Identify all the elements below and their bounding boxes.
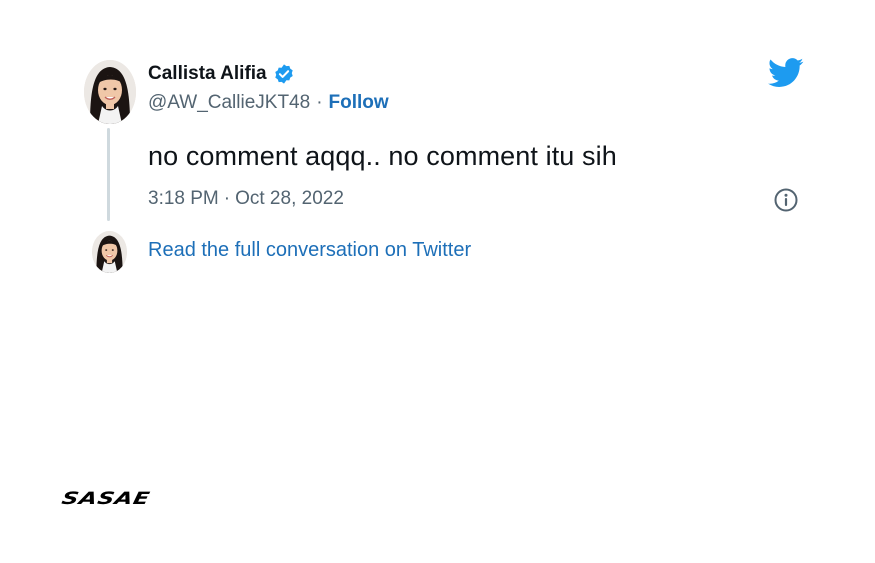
verified-badge-icon <box>273 63 295 85</box>
author-handle[interactable]: @AW_CallieJKT48 <box>148 92 310 113</box>
separator-dot: · <box>316 92 323 113</box>
tweet-time[interactable]: 3:18 PM <box>148 188 219 209</box>
tweet-embed: Callista Alifia @AW_CallieJKT48 · Follow n… <box>0 0 875 563</box>
tweet-date[interactable]: Oct 28, 2022 <box>235 188 344 209</box>
reply-avatar[interactable] <box>92 231 127 273</box>
author-handle-row: @AW_CallieJKT48 · Follow <box>148 92 389 114</box>
avatar-photo <box>84 60 136 124</box>
separator-dot: · <box>223 188 231 209</box>
thread-line <box>107 128 110 221</box>
brand-logo: SASAE <box>59 489 152 509</box>
tweet-timestamp[interactable]: 3:18 PM · Oct 28, 2022 <box>148 188 344 210</box>
read-full-conversation-link[interactable]: Read the full conversation on Twitter <box>148 239 471 262</box>
follow-button[interactable]: Follow <box>329 92 389 113</box>
author-name-row[interactable]: Callista Alifia <box>148 63 295 85</box>
tweet-text: no comment aqqq.. no comment itu sih <box>148 141 617 171</box>
author-avatar[interactable] <box>84 60 136 124</box>
author-display-name[interactable]: Callista Alifia <box>148 63 267 85</box>
avatar-photo <box>92 231 127 273</box>
twitter-bird-icon[interactable] <box>768 58 804 88</box>
info-icon[interactable] <box>773 187 799 213</box>
